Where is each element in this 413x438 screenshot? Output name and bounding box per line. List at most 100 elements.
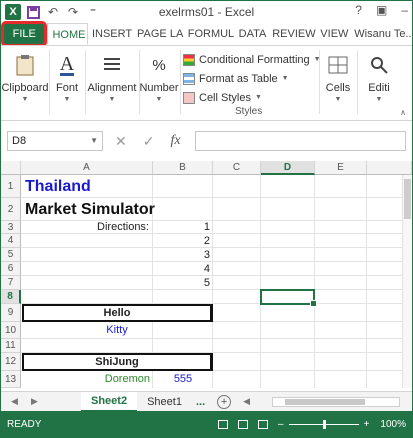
gridline: [21, 247, 412, 248]
window-buttons: ? ▣ –: [355, 3, 408, 17]
column-header-c[interactable]: C: [213, 161, 261, 175]
formula-bar-icons: ✕ ✓ fx: [115, 133, 181, 150]
zoom-slider[interactable]: [288, 419, 359, 429]
help-icon[interactable]: ?: [355, 3, 362, 17]
ribbon-display-icon[interactable]: ▣: [376, 3, 387, 17]
zoom-level[interactable]: 100%: [380, 419, 406, 430]
number-button[interactable]: % Number ▼: [139, 46, 179, 120]
percent-icon: %: [152, 56, 166, 74]
row-header-1[interactable]: 1: [1, 175, 21, 198]
conditional-formatting-button[interactable]: Conditional Formatting ▼: [183, 50, 321, 69]
ribbon-divider: [85, 50, 86, 114]
tab-formulas[interactable]: FORMUL: [184, 23, 235, 45]
gridline: [21, 197, 412, 198]
sheet-tab-sheet2[interactable]: Sheet2: [81, 391, 138, 412]
insert-function-icon[interactable]: fx: [170, 133, 180, 150]
cell-b6[interactable]: 4: [153, 262, 210, 276]
collapse-ribbon-icon[interactable]: ∧: [400, 108, 406, 117]
zoom-slider-knob[interactable]: [322, 419, 326, 429]
cell-styles-button[interactable]: Cell Styles ▼: [183, 88, 321, 107]
clipboard-icon: [12, 52, 38, 78]
page-break-view-icon[interactable]: [258, 419, 269, 429]
tab-file[interactable]: FILE: [0, 21, 48, 47]
column-header-e[interactable]: E: [315, 161, 367, 175]
row-header-13[interactable]: 13: [1, 371, 21, 388]
clipboard-button[interactable]: Clipboard ▼: [1, 46, 49, 120]
scroll-sheets-right-icon[interactable]: ▶: [31, 396, 41, 407]
status-ready: READY: [7, 418, 42, 430]
tab-review[interactable]: REVIEW: [268, 23, 316, 45]
worksheet-grid[interactable]: A B C D E 1 2 3 4 5 6 7 8 9 10 11 12 13: [1, 161, 412, 388]
tab-data[interactable]: DATA: [235, 23, 269, 45]
cell-a3[interactable]: Directions:: [21, 221, 149, 234]
gridline: [21, 289, 412, 290]
chevron-down-icon: ▼: [63, 96, 71, 103]
row-header-7[interactable]: 7: [1, 276, 21, 290]
row-header-5[interactable]: 5: [1, 248, 21, 262]
normal-view-icon[interactable]: [218, 419, 229, 429]
selected-cell-d8[interactable]: [260, 289, 317, 307]
chevron-down-icon: ▼: [375, 96, 383, 103]
cell-b7[interactable]: 5: [153, 276, 210, 290]
scroll-sheets-left-icon[interactable]: ◀: [11, 396, 21, 407]
column-header-d[interactable]: D: [261, 161, 315, 175]
sheet-tab-sheet1[interactable]: Sheet1: [137, 393, 192, 411]
cell-b3[interactable]: 1: [153, 221, 210, 234]
alignment-icon: [99, 52, 125, 78]
select-all-corner[interactable]: [1, 161, 21, 175]
vertical-scrollbar[interactable]: [402, 175, 412, 388]
cells-label: Cells: [325, 82, 351, 94]
vertical-scrollbar-thumb[interactable]: [404, 179, 411, 219]
row-header-8[interactable]: 8: [1, 290, 21, 304]
cell-b4[interactable]: 2: [153, 234, 210, 248]
cell-b13[interactable]: 555: [153, 371, 213, 388]
tab-home[interactable]: HOME: [47, 23, 88, 45]
page-layout-view-icon[interactable]: [238, 419, 249, 429]
user-account[interactable]: Wisanu Te...: [350, 23, 412, 45]
enter-icon[interactable]: ✓: [143, 133, 155, 150]
row-header-3[interactable]: 3: [1, 221, 21, 234]
styles-group: Conditional Formatting ▼ Format as Table…: [183, 50, 321, 107]
row-header-2[interactable]: 2: [1, 198, 21, 221]
row-header-6[interactable]: 6: [1, 262, 21, 276]
tab-insert[interactable]: INSERT: [88, 23, 133, 45]
zoom-out-icon[interactable]: –: [278, 419, 284, 430]
more-sheets-button[interactable]: ...: [192, 393, 209, 411]
row-header-12[interactable]: 12: [1, 353, 21, 371]
cell-a10-merged[interactable]: Kitty: [21, 322, 213, 339]
tab-view[interactable]: VIEW: [316, 23, 350, 45]
ribbon-divider: [180, 50, 181, 114]
add-sheet-icon[interactable]: +: [217, 394, 232, 409]
minimize-icon[interactable]: –: [401, 3, 408, 17]
column-header-a[interactable]: A: [21, 161, 153, 175]
name-box[interactable]: D8 ▼: [7, 131, 103, 151]
horizontal-scrollbar-thumb[interactable]: [285, 398, 366, 405]
font-button[interactable]: A Font ▼: [51, 46, 83, 120]
row-header-9[interactable]: 9: [1, 304, 21, 322]
cell-a1[interactable]: Thailand: [25, 177, 91, 197]
row-header-4[interactable]: 4: [1, 234, 21, 248]
cells-button[interactable]: Cells ▼: [321, 46, 355, 120]
column-header-b[interactable]: B: [153, 161, 213, 175]
column-header-f[interactable]: [367, 161, 412, 175]
cell-a9-merged[interactable]: Hello: [22, 304, 213, 322]
sheet-tab-bar: ◀ ▶ Sheet2 Sheet1 ... + ◀: [1, 391, 412, 412]
cancel-icon[interactable]: ✕: [115, 133, 127, 150]
cell-b5[interactable]: 3: [153, 248, 210, 262]
tab-page-layout[interactable]: PAGE LA: [133, 23, 184, 45]
scroll-left-icon[interactable]: ◀: [243, 396, 250, 407]
formula-input[interactable]: [194, 131, 406, 151]
editing-button[interactable]: Editi ▼: [359, 46, 399, 120]
clipboard-label: Clipboard: [1, 82, 49, 94]
row-header-11[interactable]: 11: [1, 339, 21, 353]
alignment-button[interactable]: Alignment ▼: [87, 46, 137, 120]
format-as-table-button[interactable]: Format as Table ▼: [183, 69, 321, 88]
title-bar: X ↶ ↷ ⁼ exelrms01 - Excel ? ▣ –: [1, 1, 412, 23]
cell-a12-merged[interactable]: ShiJung: [22, 353, 213, 371]
editing-icon: [366, 52, 392, 78]
cell-a2[interactable]: Market Simulator: [25, 200, 155, 220]
zoom-in-icon[interactable]: +: [364, 419, 370, 430]
cell-a13[interactable]: Doremon: [21, 371, 150, 388]
horizontal-scrollbar[interactable]: [272, 396, 400, 407]
row-header-10[interactable]: 10: [1, 322, 21, 339]
